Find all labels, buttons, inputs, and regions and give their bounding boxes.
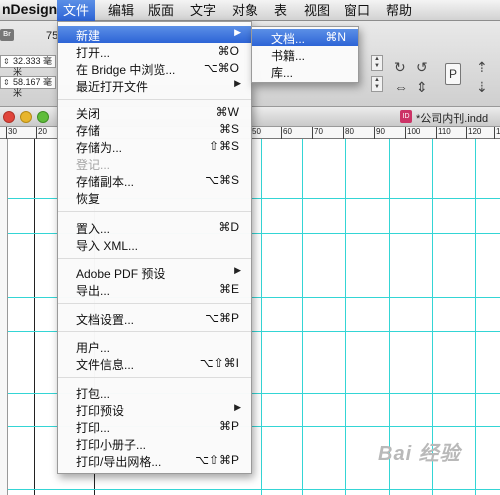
column-guide[interactable] [345, 139, 346, 495]
column-guide[interactable] [475, 139, 476, 495]
menu-item-package[interactable]: 打包... [58, 384, 251, 401]
menu-separator [58, 303, 251, 304]
submenu-arrow-icon: ▶ [234, 78, 241, 88]
menu-separator [58, 258, 251, 259]
ruler-tick: 20 [36, 127, 47, 139]
submenu-arrow-icon: ▶ [234, 402, 241, 412]
ruler-tick: 70 [312, 127, 323, 139]
menu-type[interactable]: 文字 [184, 0, 222, 21]
watermark: Bai 经验 [378, 443, 461, 465]
indesign-screen: nDesign 文件 编辑 版面 文字 对象 表 视图 窗口 帮助 Br 75 … [0, 0, 500, 495]
menu-item-new-book[interactable]: 书籍... [252, 46, 358, 63]
ruler-tick: 80 [343, 127, 354, 139]
menu-separator [58, 211, 251, 212]
menu-item-new-library[interactable]: 库... [252, 63, 358, 80]
menu-file[interactable]: 文件 [57, 0, 96, 21]
menu-edit[interactable]: 编辑 [102, 0, 140, 21]
menu-item-user[interactable]: 用户... [58, 338, 251, 355]
file-menu: 新建 ▶ 打开... ⌘O 在 Bridge 中浏览... ⌥⌘O 最近打开文件… [57, 21, 252, 474]
menu-layout[interactable]: 版面 [142, 0, 180, 21]
menu-help[interactable]: 帮助 [380, 0, 418, 21]
menu-item-document-setup[interactable]: 文档设置... ⌥⌘P [58, 310, 251, 327]
menu-item-save-as[interactable]: 存储为... ⇧⌘S [58, 138, 251, 155]
menu-item-new[interactable]: 新建 ▶ [58, 26, 251, 43]
rotate-cw-icon[interactable]: ↻ [394, 59, 406, 76]
ruler-tick: 100 [405, 127, 420, 139]
row-guide[interactable] [8, 489, 500, 490]
menu-table[interactable]: 表 [268, 0, 293, 21]
new-submenu: 文档... ⌘N 书籍... 库... [251, 26, 359, 83]
y-field[interactable]: ⇕ 58.167 毫米 [0, 76, 56, 98]
menu-item-check-in: 登记... [76, 158, 111, 172]
menu-window[interactable]: 窗口 [338, 0, 376, 21]
select-content-icon[interactable]: ⇣ [476, 79, 488, 96]
document-title: *公司内刊.indd [416, 113, 489, 125]
menu-view[interactable]: 视图 [298, 0, 336, 21]
menu-item-file-info[interactable]: 文件信息... ⌥⇧⌘I [58, 355, 251, 372]
menu-item-save-copy[interactable]: 存储副本... ⌥⌘S [58, 172, 251, 189]
indesign-doc-icon: ID [400, 110, 412, 123]
app-name[interactable]: nDesign [2, 1, 57, 17]
flip-h-icon[interactable]: ⇔ [394, 79, 408, 95]
submenu-arrow-icon: ▶ [234, 27, 241, 37]
menu-item-print-presets[interactable]: 打印预设 ▶ [58, 401, 251, 418]
menu-item-pdf-presets[interactable]: Adobe PDF 预设 ▶ [58, 264, 251, 281]
menu-bar: nDesign 文件 编辑 版面 文字 对象 表 视图 窗口 帮助 [0, 0, 500, 21]
vertical-ruler[interactable] [0, 139, 8, 495]
menu-separator [58, 99, 251, 100]
close-icon[interactable] [3, 111, 15, 123]
bridge-button[interactable]: Br [0, 29, 14, 41]
menu-separator [58, 377, 251, 378]
zoom-icon[interactable] [37, 111, 49, 123]
menu-item-print[interactable]: 打印... ⌘P [58, 418, 251, 435]
menu-item-print-booklet[interactable]: 打印小册子... [58, 435, 251, 452]
x-field[interactable]: ⇕ 32.333 毫米 [0, 55, 56, 77]
submenu-arrow-icon: ▶ [234, 265, 241, 275]
select-container-icon[interactable]: ⇡ [476, 59, 488, 76]
menu-item-save[interactable]: 存储 ⌘S [58, 121, 251, 138]
ruler-tick: 110 [436, 127, 451, 139]
menu-item-place[interactable]: 置入... ⌘D [58, 219, 251, 236]
column-guide[interactable] [261, 139, 262, 495]
flip-v-icon[interactable]: ⇕ [416, 79, 428, 96]
menu-item-recent[interactable]: 最近打开文件 ▶ [58, 77, 251, 94]
frame-reference-icon[interactable]: P [445, 63, 461, 85]
menu-separator [58, 331, 251, 332]
menu-item-new-document[interactable]: 文档... ⌘N [252, 29, 358, 46]
column-guide[interactable] [302, 139, 303, 495]
menu-item-import-xml[interactable]: 导入 XML... [58, 236, 251, 253]
transform-tools: ↻ ↺ ⇔ ⇕ P ⇡ ⇣ [390, 57, 500, 103]
menu-object[interactable]: 对象 [226, 0, 264, 21]
menu-item-print-export-grid[interactable]: 打印/导出网格... ⌥⇧⌘P [58, 452, 251, 469]
page-edge [34, 139, 35, 495]
stepper-arrows-icon[interactable]: ⇕ [3, 56, 10, 67]
menu-item-open[interactable]: 打开... ⌘O [58, 43, 251, 60]
ruler-tick: 90 [374, 127, 385, 139]
menu-item-revert[interactable]: 恢复 [58, 189, 251, 206]
minimize-icon[interactable] [20, 111, 32, 123]
stepper-2[interactable]: ▲ ▼ [371, 76, 383, 92]
ruler-tick: 60 [281, 127, 292, 139]
ruler-tick: 120 [466, 127, 481, 139]
ruler-tick: 30 [6, 127, 17, 139]
stepper-arrows-icon[interactable]: ⇕ [3, 77, 10, 88]
menu-item-browse-bridge[interactable]: 在 Bridge 中浏览... ⌥⌘O [58, 60, 251, 77]
menu-item-export[interactable]: 导出... ⌘E [58, 281, 251, 298]
menu-item-close[interactable]: 关闭 ⌘W [58, 104, 251, 121]
stepper-1[interactable]: ▲ ▼ [371, 55, 383, 71]
ruler-tick: 130 [494, 127, 500, 139]
rotate-ccw-icon[interactable]: ↺ [416, 59, 428, 76]
